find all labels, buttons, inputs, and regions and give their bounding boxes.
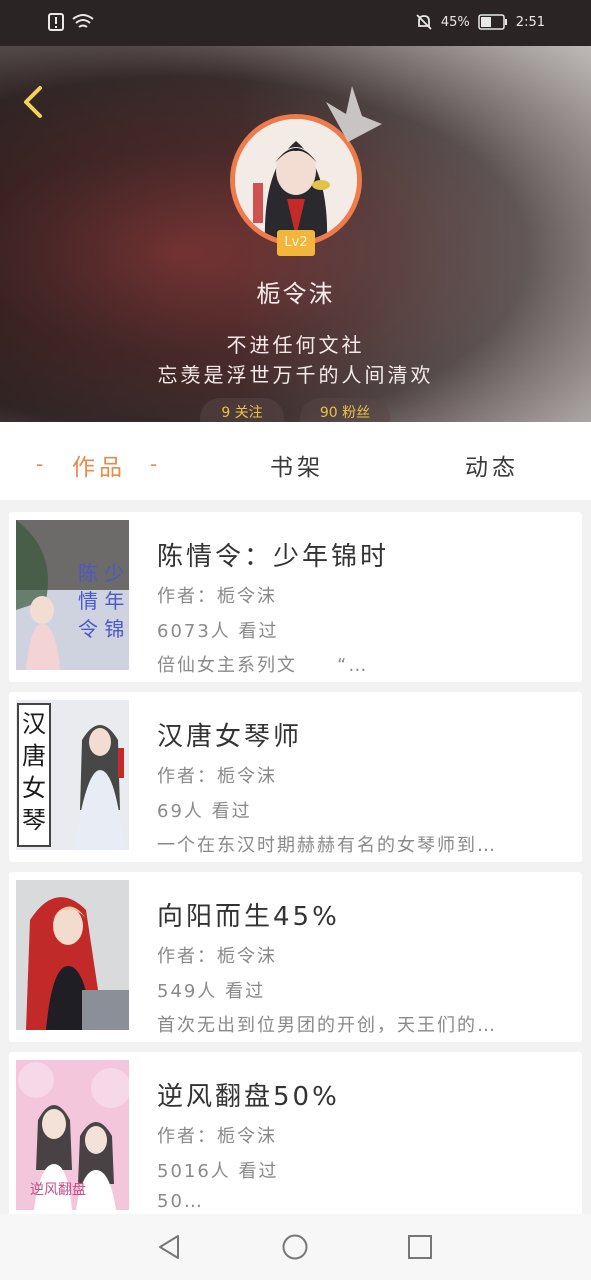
tab-works[interactable]: 作品: [72, 448, 126, 482]
book-title[interactable]: 逆风翻盘50%: [157, 1076, 340, 1113]
book-title[interactable]: 向阳而生45%: [157, 896, 340, 933]
tab-bookshelf[interactable]: 书架: [270, 448, 324, 482]
alert-icon: [48, 13, 64, 31]
svg-text:琴: 琴: [22, 806, 46, 834]
book-summary: 一个在东汉时期赫赫有名的女琴师到…: [157, 835, 497, 856]
svg-text:陈 少: 陈 少: [78, 561, 124, 585]
svg-text:令 锦: 令 锦: [78, 617, 124, 641]
nav-recents-icon[interactable]: [406, 1233, 434, 1261]
list-item[interactable]: 向阳而生45% 作者：栀令沫 549人 看过 首次无出到位男团的开创，天王们的…: [9, 872, 582, 1042]
tab-activity[interactable]: 动态: [465, 448, 519, 482]
back-arrow-icon[interactable]: [14, 82, 54, 122]
nav-home-icon[interactable]: [281, 1233, 309, 1261]
tab-indicator-right: -: [150, 452, 158, 476]
svg-text:女: 女: [22, 774, 46, 802]
mute-bell-icon: [416, 14, 432, 30]
bio-line-2: 忘羡是浮世万千的人间清欢: [157, 363, 434, 387]
book-views: 6073人 看过: [157, 621, 279, 642]
level-badge: Lv2: [277, 230, 315, 256]
nav-back-icon[interactable]: [156, 1233, 184, 1261]
system-nav-bar: [0, 1214, 591, 1280]
book-title[interactable]: 汉唐女琴师: [157, 716, 302, 753]
bio-line-1: 不进任何文社: [226, 333, 365, 357]
status-bar: 45% 2:51: [0, 0, 591, 46]
tab-indicator-left: -: [36, 452, 44, 476]
profile-tabs: - 作品 - 书架 动态: [0, 422, 591, 500]
book-cover[interactable]: 逆风翻盘: [16, 1060, 129, 1210]
book-author: 作者：栀令沫: [157, 1126, 277, 1147]
svg-text:逆风翻盘: 逆风翻盘: [30, 1181, 86, 1198]
book-summary: 倍仙女主系列文 “…: [157, 655, 369, 676]
wifi-icon: [72, 14, 94, 28]
following-button[interactable]: 9 关注: [200, 398, 284, 422]
svg-text:情 年: 情 年: [78, 589, 124, 613]
book-title[interactable]: 陈情令：少年锦时: [157, 536, 389, 573]
book-cover[interactable]: 陈 少 情 年 令 锦: [16, 520, 129, 670]
book-summary: 50…: [157, 1191, 204, 1212]
book-author: 作者：栀令沫: [157, 586, 277, 607]
username: 栀令沫: [256, 280, 335, 308]
followers-button[interactable]: 90 粉丝: [300, 398, 390, 422]
book-summary: 首次无出到位男团的开创，天王们的…: [157, 1015, 497, 1036]
svg-text:唐: 唐: [22, 742, 46, 770]
list-item[interactable]: 陈 少 情 年 令 锦 陈情令：少年锦时 作者：栀令沫 6073人 看过 倍仙女…: [9, 512, 582, 682]
book-author: 作者：栀令沫: [157, 946, 277, 967]
book-cover[interactable]: [16, 880, 129, 1030]
battery-icon: [478, 14, 507, 30]
crown-icon: [326, 86, 382, 142]
book-views: 549人 看过: [157, 981, 266, 1002]
battery-percent: 45%: [440, 14, 470, 30]
list-item[interactable]: 汉 唐 女 琴 汉唐女琴师 作者：栀令沫 69人 看过 一个在东汉时期赫赫有名的…: [9, 692, 582, 862]
book-views: 69人 看过: [157, 801, 252, 822]
svg-text:汉: 汉: [22, 710, 46, 738]
book-author: 作者：栀令沫: [157, 766, 277, 787]
book-views: 5016人 看过: [157, 1161, 279, 1182]
clock: 2:51: [515, 14, 545, 30]
list-item[interactable]: 逆风翻盘 逆风翻盘50% 作者：栀令沫 5016人 看过 50…: [9, 1052, 582, 1222]
book-cover[interactable]: 汉 唐 女 琴: [16, 700, 129, 850]
profile-header: Lv2 栀令沫 不进任何文社 忘羡是浮世万千的人间清欢 9 关注 90 粉丝: [0, 46, 591, 422]
